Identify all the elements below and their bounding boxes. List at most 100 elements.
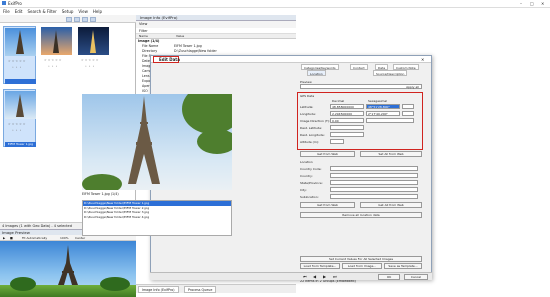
list-item[interactable]: D:\Zuschlagge\New folder\EIFM Tower 4.jp… [83,215,231,220]
get-from-web-button[interactable]: Get from Web [300,151,355,157]
minimize-icon[interactable]: – [520,1,522,6]
state-field[interactable] [330,180,418,185]
sublocation-label: Sublocation: [300,195,319,199]
last-icon[interactable]: ⏭ [333,274,337,279]
location-get-all-from-web-button[interactable]: Get All from Web [360,202,422,208]
set-all-from-web-button[interactable]: Set All from Web [360,151,422,157]
menu-bar: File Edit Search & Filter Setup View Hel… [0,8,550,15]
rating-stars[interactable]: ☆☆☆☆☆ [8,122,26,126]
thumbnail-4[interactable]: ☆☆☆☆☆ ••• EIFM Tower 1.jpg [3,89,36,147]
menu-help[interactable]: Help [93,9,102,14]
latitude-label: Latitude: [300,105,314,109]
ok-button[interactable]: OK [378,274,400,280]
dialog-title: Edit Data [159,57,180,62]
view-icon[interactable] [82,16,88,22]
country-field[interactable] [330,173,418,178]
tree [10,277,36,291]
tab-source[interactable]: Source/Description [373,70,408,76]
panel-tabs: Image Info (ExifPro) Process Queue [136,284,296,293]
info-value: D:\Zuschlagge\New folder [174,49,217,53]
tab-location[interactable]: Location [307,70,326,76]
longitude-sexagesimal[interactable]: 2°17'40.200" [366,111,400,116]
thumbnail-2[interactable]: ☆☆☆☆☆ ••• [40,26,73,84]
photo-label: EIFM Tower 1.jpg (1/4) [82,192,119,196]
view-menu[interactable]: View [139,22,147,26]
view-bar: View [136,21,296,28]
thumbnail-label [78,78,109,83]
preset-select[interactable]: Apply all [300,84,422,89]
apply-label: Apply all [406,85,419,89]
set-current-values-button[interactable]: Set Current Values For All Selected Imag… [300,256,422,262]
location-get-from-web-button[interactable]: Get from Web [300,202,355,208]
menu-view[interactable]: View [78,9,88,14]
longitude-ew-select[interactable] [402,111,414,116]
gps-header: GPS Data [300,94,315,98]
dialog-tabs: Categories/Keywords Contact Date Custom … [295,64,427,78]
sublocation-field[interactable] [330,194,418,199]
close-icon[interactable]: ✕ [541,1,544,6]
remove-location-button[interactable]: Remove all location data [300,212,422,218]
sort-icon[interactable] [90,16,96,22]
country-label: Country: [300,174,313,178]
latitude-decimal[interactable]: 48.858000000 [330,104,364,109]
direction-field[interactable]: 0.00 [330,118,364,123]
filter-label: Filter [139,29,148,33]
thumbnail-image [41,27,72,55]
sexagesimal-label: Sexagesimal [368,99,388,103]
tag-dots: ••• [85,64,97,68]
file-list[interactable]: D:\Zuschlagge\New folder\EIFM Tower 1.jp… [82,200,232,236]
menu-search[interactable]: Search & Filter [27,9,56,14]
altitude-field[interactable] [330,139,344,144]
info-value: EIFM Tower 1.jpg [174,44,202,48]
city-label: City: [300,188,307,192]
dialog-photo [82,94,232,190]
longitude-label: Longitude: [300,112,316,116]
dest-longitude-label: Dest. Longitude: [300,133,325,137]
cancel-button[interactable]: Cancel [404,274,428,280]
back-icon[interactable] [66,16,72,22]
gps-section: GPS Data Decimal Sexagesimal Latitude: 4… [297,92,423,150]
city-field[interactable] [330,187,418,192]
first-icon[interactable]: ⏮ [303,274,307,279]
dest-latitude-field[interactable] [330,125,364,130]
rating-stars[interactable]: ☆☆☆☆☆ [81,58,99,62]
dest-latitude-label: Dest. Latitude: [300,126,323,130]
tag-dots: ••• [12,128,24,132]
longitude-decimal[interactable]: 2.294500000 [330,111,364,116]
toolbar: D:\Zuschlagge\New folder [0,15,136,37]
prev-icon[interactable]: ◀ [313,274,316,279]
latitude-sexagesimal[interactable]: 48°51'28.800" [366,104,400,109]
tree [82,174,122,190]
app-icon [2,1,6,5]
load-from-image-button[interactable]: Load from Image... [342,263,382,269]
thumbnail-3[interactable]: ☆☆☆☆☆ ••• [77,26,110,84]
tree [100,277,130,291]
country-code-field[interactable] [330,166,418,171]
load-template-button[interactable]: Load from Template... [300,263,340,269]
latitude-ns-select[interactable] [402,104,414,109]
tag-dots: ••• [12,65,24,69]
menu-setup[interactable]: Setup [62,9,74,14]
dialog-bottom-bar: ⏮ ◀ ▶ ⏭ OK Cancel [150,272,432,280]
forward-icon[interactable] [74,16,80,22]
dialog-close-icon[interactable]: ✕ [421,57,424,62]
decimal-label: Decimal [332,99,345,103]
save-template-button[interactable]: Save as Template... [384,263,422,269]
altitude-label: Altitude (m): [300,140,319,144]
direction-ref-select[interactable] [366,118,414,123]
next-icon[interactable]: ▶ [323,274,326,279]
thumbnail-image [5,28,36,56]
menu-file[interactable]: File [3,9,10,14]
maximize-icon[interactable]: □ [530,1,534,6]
country-code-label: Country Code: [300,167,322,171]
menu-edit[interactable]: Edit [15,9,23,14]
thumbnail-1[interactable]: ☆☆☆☆☆ ••• [3,26,36,84]
rating-stars[interactable]: ☆☆☆☆☆ [44,58,62,62]
direction-label: Image Direction (T): [300,119,331,123]
dest-longitude-field[interactable] [330,132,364,137]
tab-contact[interactable]: Contact [350,64,368,70]
tab-image-info[interactable]: Image Info (ExifPro) [138,286,179,293]
tab-process-queue[interactable]: Process Queue [184,286,217,293]
tag-dots: ••• [48,64,60,68]
rating-stars[interactable]: ☆☆☆☆☆ [8,59,26,63]
